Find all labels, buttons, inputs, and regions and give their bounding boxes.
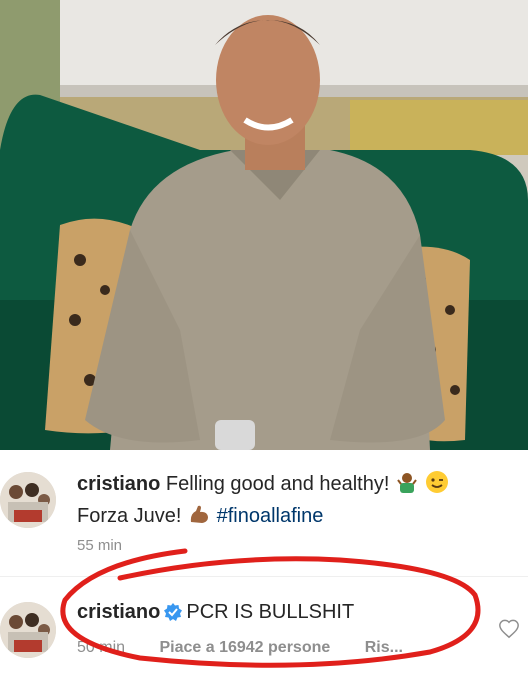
flexed-biceps-icon <box>187 502 211 534</box>
caption-username[interactable]: cristiano <box>77 473 160 495</box>
verified-badge-icon <box>164 602 183 621</box>
comment-likes[interactable]: Piace a 16942 persone <box>159 639 330 656</box>
avatar[interactable] <box>0 472 56 528</box>
comment-text: cristiano PCR IS BULLSHIT <box>77 599 354 626</box>
comment-body: PCR IS BULLSHIT <box>186 601 355 623</box>
caption-line2: Forza Juve! <box>77 505 182 527</box>
comment-time: 50 min <box>77 639 126 656</box>
caption-time: 55 min <box>77 537 123 554</box>
post-photo[interactable] <box>0 0 528 450</box>
person-shrugging-icon <box>395 470 419 502</box>
comment-meta: 50 min Piace a 16942 persone Ris... <box>77 639 433 657</box>
avatar[interactable] <box>0 602 56 658</box>
caption-line1: Felling good and healthy! <box>165 473 390 495</box>
caption-hashtag[interactable]: #finoallafine <box>217 505 324 527</box>
heart-icon[interactable] <box>498 618 520 640</box>
caption-text: cristiano Felling good and healthy! Forz… <box>77 470 449 534</box>
post-caption: cristiano Felling good and healthy! Forz… <box>0 450 528 576</box>
winking-face-icon <box>425 470 449 502</box>
comment-username[interactable]: cristiano <box>77 601 160 623</box>
comment-row: cristiano PCR IS BULLSHIT 50 min Piace a … <box>0 577 528 680</box>
comment-reply[interactable]: Ris... <box>365 639 403 656</box>
